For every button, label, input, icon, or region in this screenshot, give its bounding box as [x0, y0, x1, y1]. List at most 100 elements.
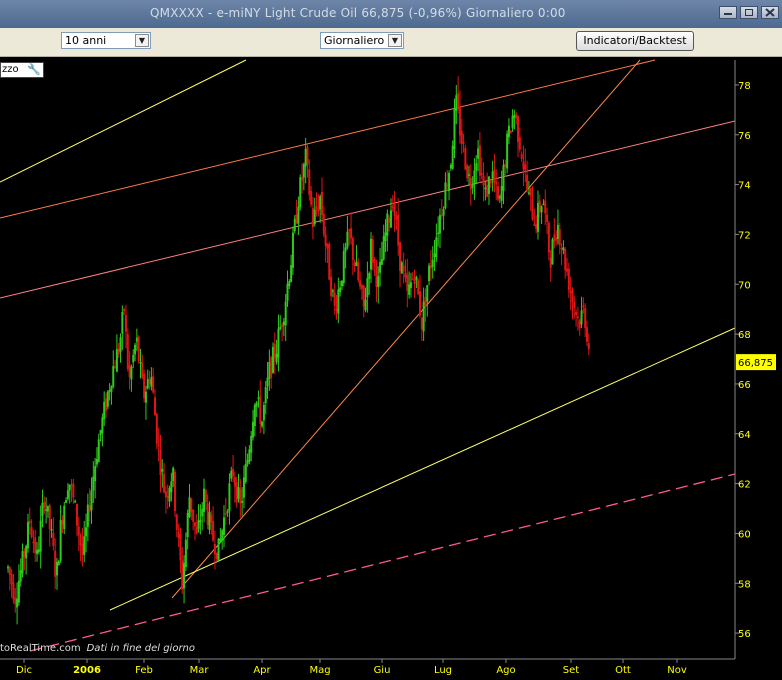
candle-up — [252, 421, 255, 438]
candle-up — [230, 470, 233, 479]
candle-down — [190, 498, 193, 513]
candle-up — [106, 391, 109, 407]
candle-down — [440, 214, 443, 217]
x-tick-label: Giu — [374, 665, 391, 676]
candle-up — [68, 484, 71, 491]
candle-down — [310, 191, 313, 205]
candle-down — [460, 130, 463, 144]
candle-up — [217, 538, 220, 561]
y-tick-label: 66 — [738, 380, 751, 391]
candle-down — [391, 206, 394, 209]
candle-up — [513, 114, 516, 119]
candle-up — [340, 280, 343, 287]
candle-down — [43, 502, 46, 508]
candle-down — [295, 214, 298, 224]
candle-up — [248, 449, 251, 462]
candle-up — [94, 466, 97, 482]
candle-up — [110, 386, 113, 392]
data-delay-note: Dati in fine del giorno — [86, 643, 196, 654]
candle-up — [255, 402, 258, 407]
candle-down — [566, 268, 569, 272]
candle-up — [344, 247, 347, 252]
candle-down — [270, 357, 273, 378]
candle-up — [408, 284, 411, 295]
candle-down — [72, 483, 75, 498]
candle-down — [371, 239, 374, 263]
candle-up — [45, 509, 48, 511]
candle-down — [544, 200, 547, 214]
x-tick-label: Mar — [190, 665, 210, 676]
candle-down — [406, 274, 409, 291]
y-tick-label: 64 — [738, 430, 751, 441]
candle-down — [28, 520, 31, 524]
orange-channel-top-trendline — [0, 59, 656, 219]
candle-up — [199, 520, 202, 523]
candle-up — [97, 439, 100, 462]
candle-down — [417, 280, 420, 295]
candle-down — [526, 174, 529, 190]
x-tick-label: Apr — [253, 665, 271, 676]
candle-down — [163, 473, 166, 493]
candle-down — [235, 482, 238, 503]
candle-down — [330, 276, 333, 297]
candle-up — [241, 501, 244, 503]
candle-down — [224, 513, 227, 515]
candle-up — [83, 536, 86, 556]
candle-down — [306, 147, 309, 165]
x-tick-label: Lug — [434, 665, 452, 676]
candle-up — [132, 355, 135, 363]
candle-down — [128, 364, 131, 378]
candle-up — [268, 362, 271, 379]
x-tick-label: Ott — [615, 665, 631, 676]
candle-down — [30, 527, 33, 538]
x-tick-label: Mag — [309, 665, 330, 676]
candle-down — [281, 324, 284, 327]
candle-down — [397, 214, 400, 246]
drawing-tool-chip[interactable]: zzo 🔧 — [0, 62, 44, 78]
candle-up — [304, 148, 307, 167]
y-tick-label: 72 — [738, 230, 751, 241]
candle-up — [221, 530, 224, 542]
candle-down — [317, 208, 320, 212]
candle-down — [375, 264, 378, 287]
candle-down — [117, 348, 120, 355]
candle-down — [333, 292, 336, 307]
candle-down — [164, 491, 167, 498]
candle-down — [148, 379, 151, 385]
y-tick-label: 76 — [738, 131, 751, 142]
candles — [7, 76, 590, 625]
candle-down — [522, 161, 525, 170]
candle-up — [161, 469, 164, 472]
candle-down — [88, 505, 91, 512]
wrench-icon[interactable]: 🔧 — [27, 63, 41, 77]
candle-up — [46, 505, 49, 512]
candle-up — [319, 196, 322, 210]
candle-up — [246, 460, 249, 465]
candle-up — [477, 148, 480, 159]
candle-up — [484, 187, 487, 190]
candle-up — [293, 218, 296, 232]
candle-down — [152, 376, 155, 393]
candle-up — [551, 239, 554, 265]
candle-down — [560, 247, 563, 250]
candle-up — [536, 202, 539, 232]
candle-up — [219, 538, 222, 542]
candle-up — [380, 259, 383, 265]
candle-up — [275, 353, 278, 363]
candle-up — [208, 512, 211, 530]
x-tick-label: Nov — [667, 665, 687, 676]
candle-down — [482, 175, 485, 186]
candle-up — [139, 361, 142, 364]
candle-up — [288, 281, 291, 286]
candle-down — [533, 224, 536, 226]
candle-down — [357, 262, 360, 281]
candle-down — [462, 141, 465, 144]
candle-down — [360, 285, 363, 289]
candle-down — [420, 317, 423, 329]
candle-up — [36, 549, 39, 554]
candle-up — [262, 404, 265, 421]
candle-down — [177, 531, 180, 538]
x-tick-label: Dic — [16, 665, 32, 676]
candle-up — [475, 163, 478, 171]
candle-up — [435, 237, 438, 258]
